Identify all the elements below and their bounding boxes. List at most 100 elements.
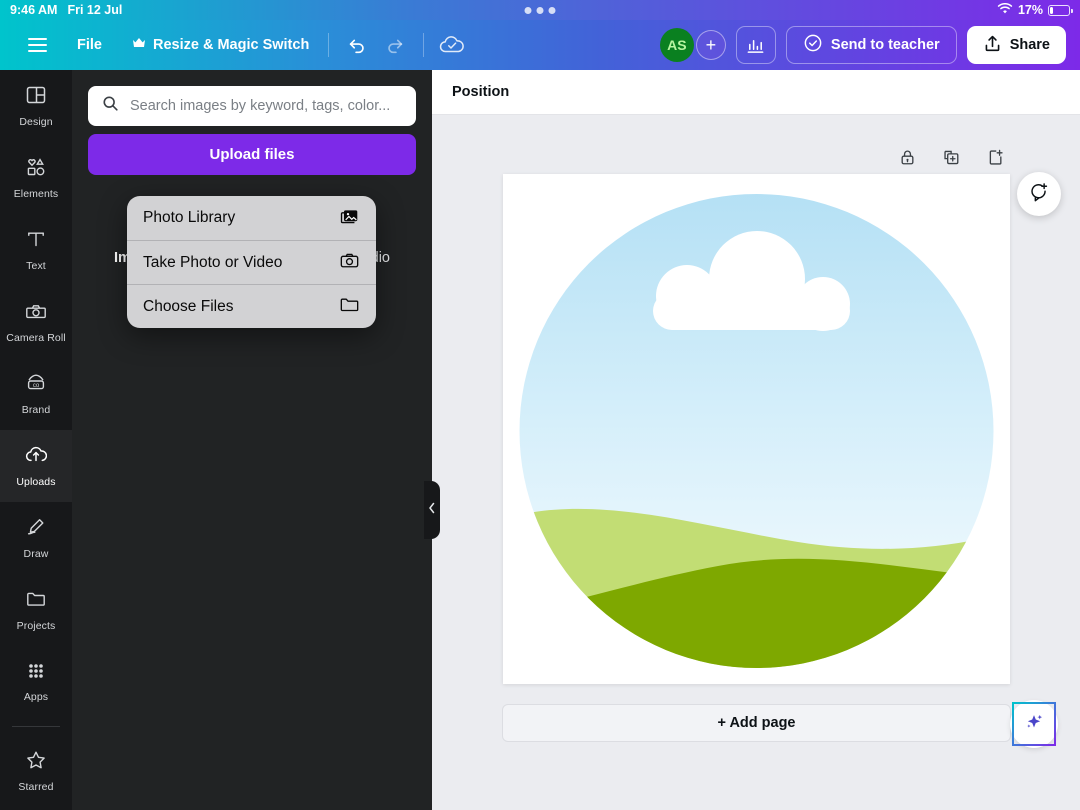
context-toolbar: Position — [432, 70, 1080, 115]
uploads-cloud-icon — [25, 444, 48, 471]
battery-percent-label: 17% — [1017, 3, 1043, 17]
check-circle-icon — [803, 33, 823, 57]
sidebar-item-uploads[interactable]: Uploads — [0, 430, 72, 502]
camera-icon — [339, 251, 360, 275]
file-menu-label: File — [77, 37, 102, 53]
add-page-icon[interactable] — [982, 144, 1008, 170]
brand-icon: co — [25, 372, 47, 399]
send-to-teacher-label: Send to teacher — [830, 37, 940, 53]
share-label: Share — [1009, 37, 1050, 53]
avatar-initials: AS — [667, 37, 687, 53]
lock-icon[interactable] — [894, 144, 920, 170]
add-page-label: + Add page — [717, 715, 796, 731]
status-date: Fri 12 Jul — [67, 3, 123, 17]
undo-icon[interactable] — [338, 26, 376, 64]
sidebar-item-label: Uploads — [16, 476, 56, 488]
circular-landscape-illustration — [519, 194, 994, 668]
uploads-panel: Search images by keyword, tags, color...… — [72, 70, 432, 810]
hamburger-icon[interactable] — [22, 32, 53, 58]
add-collaborator-button[interactable]: + — [695, 30, 726, 60]
apps-grid-icon — [26, 661, 46, 686]
sidebar-item-draw[interactable]: Draw — [0, 502, 72, 574]
multitask-dots-icon[interactable] — [524, 6, 556, 14]
crown-icon — [132, 37, 146, 53]
wifi-icon — [997, 2, 1013, 18]
sidebar-item-label: Apps — [23, 691, 49, 703]
sidebar-item-label: Text — [26, 260, 46, 272]
sidebar-item-label: Design — [19, 116, 53, 128]
left-sidebar-rail: Design Elements Text Camera Roll co Bran… — [0, 70, 72, 810]
elements-shapes-icon — [25, 156, 47, 183]
position-button[interactable]: Position — [452, 84, 509, 100]
sidebar-item-design[interactable]: Design — [0, 70, 72, 142]
canvas-area: Position + Add page — [424, 70, 1080, 810]
menu-item-choose-files[interactable]: Choose Files — [127, 284, 376, 328]
duplicate-page-icon[interactable] — [938, 144, 964, 170]
magic-assistant-button[interactable] — [1012, 702, 1056, 746]
canva-app-window: 9:46 AM Fri 12 Jul 17% File Resize & Mag… — [0, 0, 1080, 810]
send-to-teacher-button[interactable]: Send to teacher — [785, 26, 957, 64]
status-bar-left: 9:46 AM Fri 12 Jul — [0, 3, 122, 17]
page-tools-group — [894, 144, 1008, 170]
projects-folder-icon — [25, 588, 47, 615]
photo-library-icon — [339, 206, 360, 230]
ios-status-bar: 9:46 AM Fri 12 Jul 17% — [0, 0, 1080, 20]
sidebar-divider — [12, 726, 60, 727]
app-top-bar: File Resize & Magic Switch AS + Send to … — [0, 20, 1080, 70]
sidebar-item-label: Elements — [13, 188, 59, 200]
upload-source-action-sheet: Photo Library Take Photo or Video Choose… — [127, 196, 376, 328]
add-comment-button[interactable] — [1017, 172, 1061, 216]
upload-files-label: Upload files — [209, 146, 295, 163]
toolbar-divider-1 — [328, 33, 330, 57]
svg-text:co: co — [33, 383, 40, 389]
sidebar-item-label: Camera Roll — [6, 332, 66, 344]
camera-roll-icon — [25, 300, 47, 327]
design-layout-icon — [25, 84, 47, 111]
sidebar-item-camera-roll[interactable]: Camera Roll — [0, 286, 72, 358]
sidebar-item-elements[interactable]: Elements — [0, 142, 72, 214]
sidebar-item-label: Draw — [23, 548, 49, 560]
file-menu-button[interactable]: File — [67, 31, 112, 59]
status-bar-right: 17% — [997, 2, 1080, 18]
resize-label: Resize & Magic Switch — [152, 37, 310, 53]
top-bar-right-group: AS + Send to teacher Share — [659, 26, 1080, 64]
draw-pen-icon — [25, 516, 47, 543]
redo-icon[interactable] — [376, 26, 414, 64]
sidebar-item-label: Brand — [21, 404, 51, 416]
sidebar-item-label: Projects — [16, 620, 56, 632]
menu-item-label: Take Photo or Video — [143, 253, 283, 271]
status-time: 9:46 AM — [10, 3, 58, 17]
upload-files-button[interactable]: Upload files — [88, 134, 416, 175]
menu-item-label: Photo Library — [143, 209, 236, 226]
star-icon — [25, 749, 47, 776]
text-t-icon — [25, 228, 47, 255]
search-input[interactable]: Search images by keyword, tags, color... — [88, 86, 416, 126]
add-page-button[interactable]: + Add page — [502, 704, 1011, 742]
insights-bar-chart-icon[interactable] — [735, 26, 776, 64]
share-button[interactable]: Share — [966, 26, 1066, 64]
avatar[interactable]: AS — [659, 28, 694, 62]
sidebar-item-starred[interactable]: Starred — [0, 735, 72, 807]
design-page-canvas[interactable] — [503, 174, 1010, 684]
add-collaborator-label: + — [705, 34, 717, 55]
sidebar-item-text[interactable]: Text — [0, 214, 72, 286]
folder-icon — [339, 295, 360, 319]
menu-item-take-photo-or-video[interactable]: Take Photo or Video — [127, 240, 376, 284]
share-upload-icon — [983, 34, 1002, 57]
sidebar-item-brand[interactable]: co Brand — [0, 358, 72, 430]
toolbar-divider-2 — [423, 33, 425, 57]
menu-item-label: Choose Files — [143, 297, 234, 315]
search-icon — [102, 95, 119, 117]
sidebar-item-projects[interactable]: Projects — [0, 574, 72, 646]
cloud-check-icon[interactable] — [433, 26, 471, 64]
chevron-left-icon — [428, 501, 436, 519]
battery-icon — [1048, 4, 1073, 16]
magic-sparkle-icon — [1023, 711, 1045, 738]
collapse-panel-handle[interactable] — [424, 481, 440, 539]
sidebar-item-label: Starred — [18, 781, 54, 793]
resize-magic-switch-button[interactable]: Resize & Magic Switch — [122, 31, 319, 59]
add-comment-icon — [1028, 181, 1050, 208]
sidebar-item-apps[interactable]: Apps — [0, 646, 72, 718]
menu-item-photo-library[interactable]: Photo Library — [127, 196, 376, 240]
search-placeholder: Search images by keyword, tags, color... — [130, 98, 391, 114]
